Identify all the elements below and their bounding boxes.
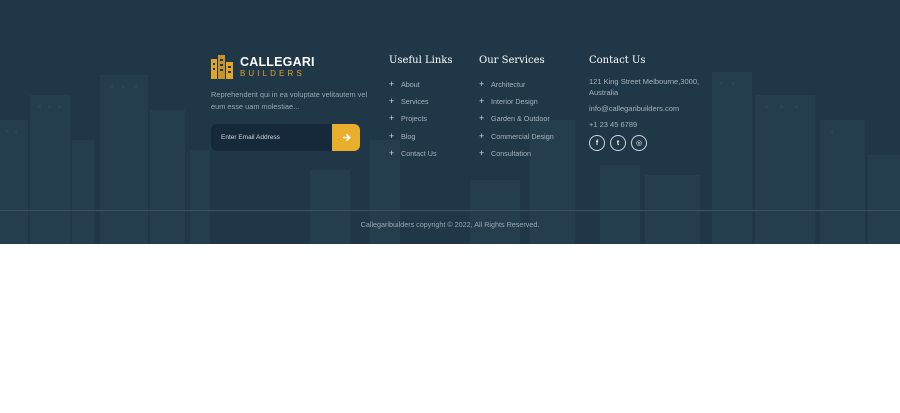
link-label: About bbox=[401, 80, 420, 90]
services-title: Our Services bbox=[479, 55, 545, 66]
instagram-icon[interactable]: ◎ bbox=[631, 135, 647, 151]
plus-icon: + bbox=[389, 96, 395, 107]
footer-divider bbox=[0, 210, 900, 211]
contact-phone[interactable]: +1 23 45 6789 bbox=[589, 119, 704, 130]
footer-link-contact-us[interactable]: + Contact Us bbox=[389, 145, 452, 162]
subscribe-button[interactable] bbox=[332, 124, 360, 151]
footer-link-about[interactable]: + About bbox=[389, 76, 452, 93]
service-link-garden-outdoor[interactable]: + Garden & Outdoor bbox=[479, 110, 554, 127]
contact-column: Contact Us 121 King Street Melbourne,300… bbox=[589, 55, 704, 151]
link-label: Interior Design bbox=[491, 97, 538, 107]
brand-name: CALLEGARI bbox=[240, 54, 315, 69]
arrow-right-icon bbox=[342, 133, 351, 142]
useful-links-title: Useful Links bbox=[389, 55, 453, 66]
plus-icon: + bbox=[479, 79, 485, 90]
service-link-consultation[interactable]: + Consultation bbox=[479, 145, 554, 162]
copyright-text: Callegaribuilders copyright © 2022, All … bbox=[360, 220, 540, 229]
footer-link-blog[interactable]: + Blog bbox=[389, 128, 452, 145]
useful-links-column: Useful Links + About + Services + Projects … bbox=[389, 55, 452, 162]
service-link-architectur[interactable]: + Architectur bbox=[479, 76, 554, 93]
facebook-icon[interactable]: f bbox=[589, 135, 605, 151]
brand-subtitle: BUILDERS bbox=[240, 69, 305, 79]
newsletter-form bbox=[211, 124, 360, 151]
footer-link-services[interactable]: + Services bbox=[389, 93, 452, 110]
footer-link-projects[interactable]: + Projects bbox=[389, 110, 452, 127]
service-link-interior-design[interactable]: + Interior Design bbox=[479, 93, 554, 110]
services-list: + Architectur + Interior Design + Garden & … bbox=[479, 76, 554, 162]
email-input[interactable] bbox=[211, 124, 332, 151]
services-column: Our Services + Architectur + Interior Desi… bbox=[479, 55, 554, 162]
about-text: Reprehenderit qui in ea voluptate velita… bbox=[211, 90, 368, 111]
link-label: Contact Us bbox=[401, 148, 437, 158]
link-label: Projects bbox=[401, 114, 427, 124]
link-label: Garden & Outdoor bbox=[491, 114, 550, 124]
plus-icon: + bbox=[479, 130, 485, 141]
site-footer: CALLEGARI BUILDERS Reprehenderit qui in … bbox=[0, 0, 900, 244]
contact-address: 121 King Street Melbourne,3000, Australi… bbox=[589, 77, 700, 97]
social-links: f t ◎ bbox=[589, 135, 704, 151]
plus-icon: + bbox=[479, 96, 485, 107]
contact-email[interactable]: info@callegaribuilders.com bbox=[589, 103, 704, 114]
contact-title: Contact Us bbox=[589, 55, 646, 66]
plus-icon: + bbox=[479, 147, 485, 158]
link-label: Blog bbox=[401, 131, 416, 141]
plus-icon: + bbox=[479, 113, 485, 124]
building-logo-icon bbox=[211, 55, 233, 79]
link-label: Commercial Design bbox=[491, 131, 554, 141]
plus-icon: + bbox=[389, 147, 395, 158]
brand-text: CALLEGARI BUILDERS bbox=[240, 56, 315, 79]
plus-icon: + bbox=[389, 79, 395, 90]
service-link-commercial-design[interactable]: + Commercial Design bbox=[479, 128, 554, 145]
useful-links-list: + About + Services + Projects + Blog + Contac… bbox=[389, 76, 452, 162]
twitter-icon[interactable]: t bbox=[610, 135, 626, 151]
link-label: Architectur bbox=[491, 80, 526, 90]
brand-logo[interactable]: CALLEGARI BUILDERS bbox=[211, 55, 315, 79]
plus-icon: + bbox=[389, 113, 395, 124]
link-label: Services bbox=[401, 97, 429, 107]
plus-icon: + bbox=[389, 130, 395, 141]
link-label: Consultation bbox=[491, 148, 531, 158]
